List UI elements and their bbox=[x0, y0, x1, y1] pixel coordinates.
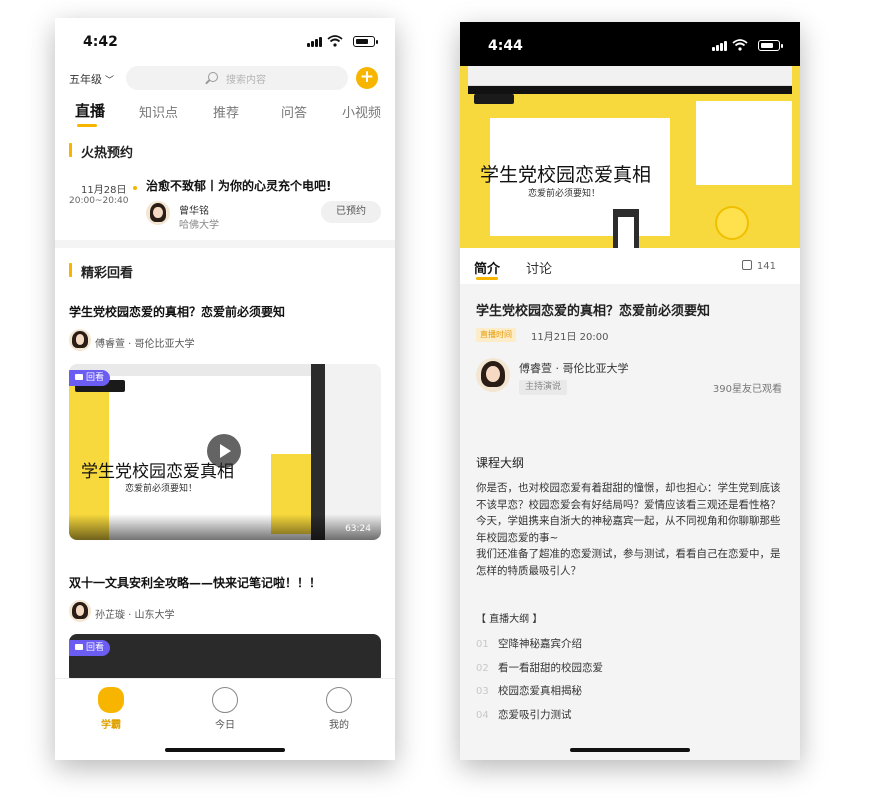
status-bar: 4:42 bbox=[55, 18, 395, 62]
tab-recommend[interactable]: 推荐 bbox=[213, 102, 239, 121]
avatar bbox=[69, 329, 91, 351]
watched-count: 390星友已观看 bbox=[712, 384, 782, 395]
battery-icon bbox=[353, 36, 378, 47]
outline-tag: 【 直播大纲 】 bbox=[476, 614, 543, 625]
bottom-nav: 学霸 今日 我的 bbox=[55, 678, 395, 760]
thumbs-up-mascot-icon bbox=[98, 687, 124, 713]
description-paragraph: 我们还准备了超准的恋爱测试，参与测试，看看自己在恋爱中，是怎样的特质最吸引人？ bbox=[476, 548, 781, 577]
course-title: 学生党校园恋爱的真相？恋爱前必须要知 bbox=[476, 304, 711, 319]
live-date: 11月28日 bbox=[81, 185, 127, 196]
live-title: 治愈不致郁丨为你的心灵充个电吧! bbox=[146, 179, 332, 193]
grade-selector[interactable]: 五年级 ﹀ bbox=[69, 71, 114, 87]
section-divider bbox=[55, 240, 395, 248]
chevron-down-icon: ﹀ bbox=[105, 76, 115, 86]
video-icon bbox=[75, 374, 83, 380]
description-paragraph: 今天，学姐携来自浙大的神秘嘉宾一起，从不同视角和你聊聊那些年校园恋爱的事~ bbox=[476, 515, 781, 544]
top-bar: 五年级 ﹀ 搜索内容 + bbox=[55, 64, 395, 94]
cellular-signal-icon bbox=[712, 41, 728, 51]
video-screen-subtitle: 恋爱前必须要知！ bbox=[125, 484, 198, 494]
avatar bbox=[146, 201, 170, 225]
smiley-face-icon bbox=[326, 687, 352, 713]
door-illustration bbox=[613, 209, 639, 248]
wifi-icon bbox=[732, 39, 748, 51]
detail-body: 学生党校园恋爱的真相？恋爱前必须要知 直播时间 11月21日 20:00 傅睿萱… bbox=[460, 284, 800, 760]
avatar bbox=[476, 358, 510, 392]
nav-label: 学霸 bbox=[101, 720, 121, 731]
mascot-illustration bbox=[715, 206, 749, 240]
section-title-replay: 精彩回看 bbox=[69, 262, 133, 281]
video-duration: 63:24 bbox=[345, 524, 371, 534]
video-screen-subtitle: 恋爱前必须要知！ bbox=[528, 189, 601, 199]
replay-badge: 回看 bbox=[69, 370, 111, 386]
video-icon bbox=[75, 644, 83, 650]
replay-badge: 回看 bbox=[69, 640, 111, 656]
outline-item: 03 校园恋爱真相揭秘 bbox=[476, 685, 582, 697]
outline-heading: 课程大纲 bbox=[476, 456, 525, 470]
nav-label: 今日 bbox=[215, 720, 235, 731]
teacher-name: 曾华铭 bbox=[179, 206, 209, 217]
section-title-hot: 火热预约 bbox=[69, 142, 133, 161]
live-time-tag: 直播时间 bbox=[476, 328, 516, 342]
tab-discussion[interactable]: 讨论 bbox=[526, 258, 552, 277]
description-paragraph: 你是否，也对校园恋爱有着甜甜的憧憬，却也担心：学生党到底该不该早恋？校园恋爱会有… bbox=[476, 482, 781, 511]
video-author: 孙芷璇 · 山东大学 bbox=[95, 610, 175, 621]
course-description: 你是否，也对校园恋爱有着甜甜的憧憬，却也担心：学生党到底该不该早恋？校园恋爱会有… bbox=[476, 480, 786, 579]
tab-short-video[interactable]: 小视频 bbox=[342, 102, 381, 121]
video-title[interactable]: 学生党校园恋爱的真相？恋爱前必须要知 bbox=[69, 303, 285, 320]
video-author: 傅睿萱 · 哥伦比亚大学 bbox=[95, 339, 195, 350]
video-player[interactable]: 学生党校园恋爱真相 恋爱前必须要知！ bbox=[460, 66, 800, 248]
nav-label: 我的 bbox=[329, 720, 349, 731]
host-role-badge: 主持演说 bbox=[519, 380, 568, 395]
teacher-school: 哈佛大学 bbox=[179, 220, 219, 231]
tab-knowledge[interactable]: 知识点 bbox=[139, 102, 178, 121]
booked-button[interactable]: 已预约 bbox=[321, 201, 381, 223]
phone-screen-detail: 4:44 学生党校园恋爱真相 恋爱前必须要知！ 简介 讨论 141 学生党校园恋… bbox=[460, 22, 800, 760]
logo bbox=[474, 94, 514, 104]
outline-item: 01 空降神秘嘉宾介绍 bbox=[476, 638, 582, 650]
avatar bbox=[69, 600, 91, 622]
active-tab-indicator bbox=[476, 277, 498, 280]
live-time-range: 20:00~20:40 bbox=[69, 196, 129, 206]
search-icon bbox=[208, 72, 218, 82]
like-count: 141 bbox=[756, 261, 776, 272]
baby-face-icon bbox=[212, 687, 238, 713]
nav-item-mine[interactable]: 我的 bbox=[309, 687, 369, 731]
category-tabs: 直播 知识点 推荐 问答 小视频 bbox=[55, 100, 395, 134]
host-name: 傅睿萱 · 哥伦比亚大学 bbox=[519, 362, 629, 375]
active-tab-indicator bbox=[77, 124, 97, 127]
status-bar: 4:44 bbox=[460, 22, 800, 66]
search-placeholder: 搜索内容 bbox=[226, 75, 266, 86]
tab-live[interactable]: 直播 bbox=[75, 100, 105, 121]
tab-intro[interactable]: 简介 bbox=[474, 258, 500, 277]
like-button[interactable]: 141 bbox=[741, 260, 776, 272]
live-date: 11月21日 20:00 bbox=[531, 332, 609, 343]
wifi-icon bbox=[327, 35, 343, 47]
bullet-dot bbox=[133, 186, 137, 190]
battery-icon bbox=[758, 40, 783, 51]
tab-qa[interactable]: 问答 bbox=[281, 102, 307, 121]
phone-screen-home: 4:42 五年级 ﹀ 搜索内容 + 直播 知识点 推荐 问答 小视频 火热预约 1… bbox=[55, 18, 395, 760]
status-time: 4:44 bbox=[488, 38, 523, 54]
cellular-signal-icon bbox=[307, 37, 323, 47]
add-button[interactable]: + bbox=[356, 67, 378, 89]
video-thumbnail[interactable]: 回看 bbox=[69, 634, 381, 684]
video-thumbnail[interactable]: 学生党校园恋爱真相 恋爱前必须要知！ 63:24 回看 bbox=[69, 364, 381, 540]
nav-item-xueba[interactable]: 学霸 bbox=[81, 687, 141, 731]
video-title[interactable]: 双十一文具安利全攻略——快来记笔记啦！！！ bbox=[69, 574, 321, 591]
home-indicator bbox=[165, 748, 285, 752]
detail-tabs: 简介 讨论 141 bbox=[460, 248, 800, 284]
like-icon bbox=[741, 260, 752, 270]
video-screen-title: 学生党校园恋爱真相 bbox=[480, 164, 652, 186]
home-indicator bbox=[570, 748, 690, 752]
search-input[interactable]: 搜索内容 bbox=[126, 66, 348, 90]
status-time: 4:42 bbox=[83, 34, 118, 50]
grade-label: 五年级 bbox=[69, 73, 102, 86]
outline-item: 04 恋爱吸引力测试 bbox=[476, 709, 572, 721]
play-icon[interactable] bbox=[207, 434, 241, 468]
screen-browser-bar bbox=[468, 66, 792, 86]
nav-item-today[interactable]: 今日 bbox=[195, 687, 255, 731]
outline-item: 02 看一看甜甜的校园恋爱 bbox=[476, 662, 603, 674]
